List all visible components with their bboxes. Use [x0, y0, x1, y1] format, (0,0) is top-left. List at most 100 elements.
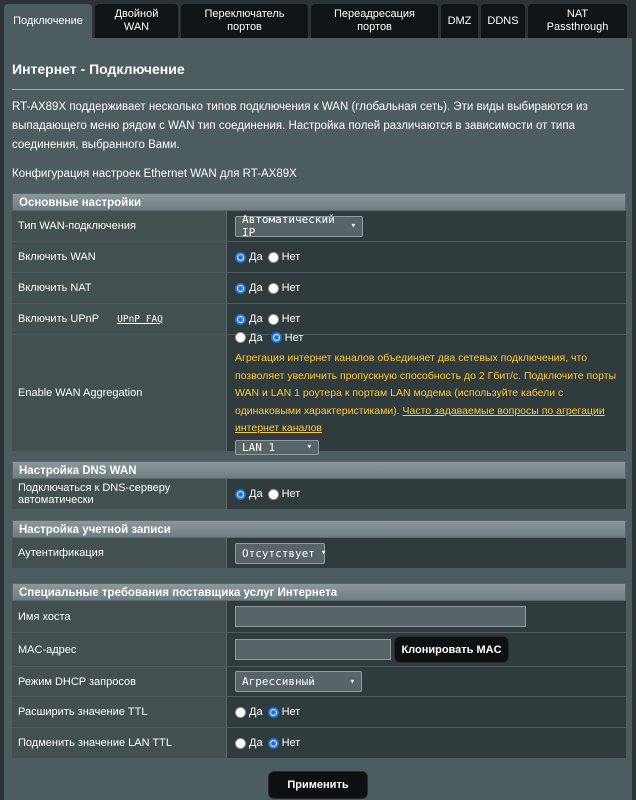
enable-nat-no-radio[interactable]: Нет: [267, 282, 301, 294]
enable-upnp-yes-radio[interactable]: Да: [235, 313, 263, 325]
hostname-input[interactable]: [235, 606, 526, 627]
extend-ttl-no-radio[interactable]: Нет: [267, 706, 300, 718]
dhcp-mode-row: Режим DHCP запросов Агрессивный ▾: [12, 667, 626, 697]
enable-nat-yes-radio[interactable]: Да: [235, 282, 263, 294]
tab-port-switch[interactable]: Переключатель портов: [181, 4, 308, 38]
radio-label: Нет: [284, 331, 304, 344]
radio-label: Да: [249, 737, 263, 749]
enable-nat-row: Включить NAT Да Нет: [12, 273, 626, 304]
radio-selected-icon: [267, 706, 279, 718]
select-value: Отсутствует: [242, 546, 315, 560]
section-header: Настройка DNS WAN: [12, 461, 626, 479]
aggregation-no-radio[interactable]: Нет: [270, 331, 304, 344]
tab-label: Подключение: [13, 14, 83, 27]
select-value: LAN 1: [242, 440, 276, 454]
radio-label: Да: [249, 488, 263, 500]
lan-ttl-no-radio[interactable]: Нет: [267, 737, 301, 749]
radio-selected-icon: [235, 251, 246, 263]
radio-label: Да: [249, 282, 263, 294]
section-header: Основные настройки: [12, 193, 626, 211]
section-header: Специальные требования поставщика услуг …: [12, 583, 626, 601]
tab-label: Двойной WAN: [114, 8, 159, 33]
mac-address-input[interactable]: [235, 639, 391, 660]
radio-unselected-icon: [267, 251, 279, 263]
extend-ttl-row: Расширить значение TTL Да Нет: [12, 697, 626, 728]
chevron-down-icon: ▾: [320, 548, 327, 558]
radio-selected-icon: [235, 488, 246, 500]
radio-selected-icon: [270, 332, 282, 343]
page-title: Интернет - Подключение: [12, 61, 185, 77]
account-section: Настройка учетной записи Аутентификация …: [12, 520, 626, 569]
radio-unselected-icon: [235, 737, 246, 749]
enable-wan-row: Включить WAN Да Нет: [12, 242, 626, 273]
wan-aggregation-row: Enable WAN Aggregation Да Нет Агрегация …: [12, 331, 626, 455]
radio-label: Да: [249, 251, 263, 263]
tab-ddns[interactable]: DDNS: [481, 4, 525, 38]
aggregation-yes-radio[interactable]: Да: [235, 332, 263, 344]
isp-section: Специальные требования поставщика услуг …: [12, 583, 626, 759]
chevron-down-icon: ▾: [349, 676, 355, 687]
tab-connection[interactable]: Подключение: [4, 4, 92, 38]
wan-type-row: Тип WAN-подключения Автоматический IP ▾: [12, 211, 626, 242]
tab-label: DMZ: [447, 14, 472, 27]
clone-mac-button[interactable]: Клонировать MAC: [394, 636, 509, 663]
tab-dmz[interactable]: DMZ: [441, 4, 478, 38]
field-label: Enable WAN Aggregation: [12, 335, 227, 451]
dhcp-mode-select[interactable]: Агрессивный ▾: [235, 671, 362, 692]
divider: [12, 89, 624, 90]
tab-label: Переадресация портов: [333, 8, 416, 33]
radio-label: Нет: [281, 737, 301, 749]
radio-unselected-icon: [235, 332, 246, 343]
radio-label: Нет: [281, 282, 301, 294]
select-value: Автоматический IP: [242, 213, 335, 239]
tab-port-forwarding[interactable]: Переадресация портов: [311, 4, 438, 38]
tab-label: DDNS: [487, 14, 519, 27]
field-label: Включить UPnP UPnP FAQ: [12, 304, 227, 334]
aggregation-description: Агрегация интернет каналов объединяет дв…: [235, 350, 618, 438]
field-label: Режим DHCP запросов: [12, 667, 227, 696]
field-label: Имя хоста: [12, 601, 227, 632]
tab-nat-passthrough[interactable]: NAT Passthrough: [528, 4, 627, 38]
extend-ttl-yes-radio[interactable]: Да: [235, 706, 263, 718]
radio-label: Да: [249, 313, 263, 325]
field-label: Аутентификация: [12, 538, 227, 568]
mac-row: MAC-адрес Клонировать MAC: [12, 633, 626, 667]
dns-auto-no-radio[interactable]: Нет: [267, 488, 301, 500]
radio-unselected-icon: [267, 313, 279, 325]
page-subtitle: Конфигурация настроек Ethernet WAN для R…: [12, 168, 297, 180]
field-label: Включить NAT: [12, 273, 227, 303]
aggregation-port-select[interactable]: LAN 1 ▾: [235, 439, 319, 455]
radio-label: Нет: [281, 488, 301, 500]
field-label: MAC-адрес: [12, 633, 227, 666]
field-label: Включить WAN: [12, 242, 227, 272]
radio-selected-icon: [235, 313, 246, 325]
radio-unselected-icon: [267, 488, 279, 500]
field-label: Подключаться к DNS-серверу автоматически: [12, 479, 227, 509]
field-label: Расширить значение TTL: [12, 697, 227, 727]
dns-section: Настройка DNS WAN Подключаться к DNS-сер…: [12, 461, 626, 510]
radio-unselected-icon: [235, 706, 246, 718]
tab-dual-wan[interactable]: Двойной WAN: [95, 4, 178, 38]
page-description: RT-AX89X поддерживает несколько типов по…: [12, 101, 588, 151]
lan-ttl-yes-radio[interactable]: Да: [235, 737, 263, 749]
enable-wan-no-radio[interactable]: Нет: [267, 251, 301, 263]
enable-wan-yes-radio[interactable]: Да: [235, 251, 263, 263]
tab-label: Переключатель портов: [204, 8, 285, 33]
dns-auto-yes-radio[interactable]: Да: [235, 488, 263, 500]
main-panel: Интернет - Подключение RT-AX89X поддержи…: [4, 38, 632, 800]
radio-label: Нет: [281, 251, 301, 263]
select-value: Агрессивный: [242, 675, 315, 688]
tab-label: NAT Passthrough: [546, 8, 609, 33]
enable-upnp-row: Включить UPnP UPnP FAQ Да Нет: [12, 304, 626, 335]
apply-button[interactable]: Применить: [268, 771, 368, 799]
upnp-label: Включить UPnP: [18, 313, 100, 325]
hostname-row: Имя хоста: [12, 601, 626, 633]
section-header: Настройка учетной записи: [12, 520, 626, 538]
enable-upnp-no-radio[interactable]: Нет: [267, 313, 300, 325]
radio-label: Да: [249, 706, 263, 718]
wan-type-select[interactable]: Автоматический IP ▾: [235, 213, 363, 239]
auth-select[interactable]: Отсутствует ▾: [235, 542, 327, 564]
chevron-down-icon: ▾: [306, 442, 312, 452]
basic-settings-section: Основные настройки Тип WAN-подключения А…: [12, 193, 626, 455]
upnp-faq-link[interactable]: UPnP FAQ: [117, 314, 163, 325]
